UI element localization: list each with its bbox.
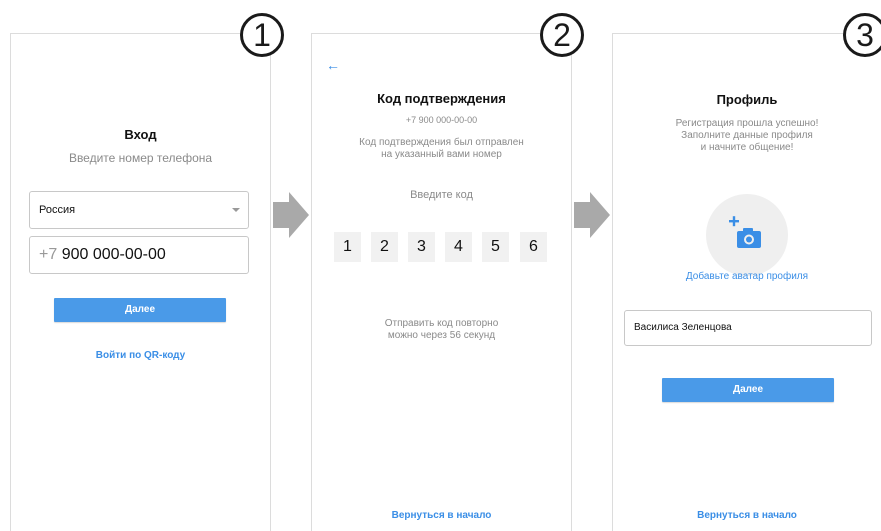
- flow-arrow-icon: [273, 192, 309, 238]
- add-photo-icon: [729, 216, 761, 248]
- step-2-badge: 2: [540, 13, 584, 57]
- flow-arrow-icon: [574, 192, 610, 238]
- login-screen: Вход Введите номер телефона Россия +7 90…: [10, 33, 271, 531]
- code-title: Код подтверждения: [377, 91, 506, 106]
- profile-back-to-start-link[interactable]: Вернуться в начало: [613, 510, 881, 521]
- code-phone: +7 900 000-00-00: [405, 115, 478, 125]
- step-3-badge: 3: [843, 13, 881, 57]
- name-value: Василиса Зеленцова: [634, 322, 732, 333]
- code-back-to-start-link[interactable]: Вернуться в начало: [312, 510, 571, 521]
- phone-input[interactable]: +7 900 000-00-00: [29, 236, 249, 274]
- login-title: Вход: [124, 127, 157, 142]
- add-avatar-link[interactable]: Добавьте аватар профиля: [613, 271, 881, 282]
- back-arrow-icon[interactable]: ←: [326, 57, 340, 73]
- name-input[interactable]: Василиса Зеленцова: [624, 310, 872, 346]
- profile-title: Профиль: [716, 92, 778, 107]
- phone-number-value: 900 000-00-00: [61, 246, 166, 263]
- profile-info-line-3: и начните общение!: [700, 142, 794, 153]
- code-digit-box[interactable]: 4: [445, 232, 472, 262]
- code-prompt: Введите код: [410, 189, 473, 201]
- code-digit-box[interactable]: 6: [520, 232, 547, 262]
- country-select[interactable]: Россия: [29, 191, 249, 229]
- code-digit-box[interactable]: 2: [371, 232, 398, 262]
- code-info-line-1: Код подтверждения был отправлен: [359, 137, 524, 148]
- step-1-badge: 1: [240, 13, 284, 57]
- login-next-button[interactable]: Далее: [54, 298, 226, 322]
- country-value: Россия: [39, 204, 76, 216]
- profile-info: Регистрация прошла успешно! Заполните да…: [613, 118, 881, 154]
- avatar-upload[interactable]: [706, 194, 788, 276]
- resend-timer: Отправить код повторно можно через 56 се…: [312, 318, 571, 342]
- phone-country-code: +7: [39, 246, 58, 263]
- profile-info-line-1: Регистрация прошла успешно!: [675, 118, 819, 129]
- profile-info-line-2: Заполните данные профиля: [681, 130, 813, 141]
- profile-screen: Профиль Регистрация прошла успешно! Запо…: [612, 33, 881, 531]
- code-digit-box[interactable]: 5: [482, 232, 509, 262]
- code-digit-box[interactable]: 1: [334, 232, 361, 262]
- code-info-line-2: на указанный вами номер: [381, 149, 502, 160]
- code-screen: ← Код подтверждения +7 900 000-00-00 Код…: [311, 33, 572, 531]
- code-info: Код подтверждения был отправлен на указа…: [312, 137, 571, 161]
- qr-login-link[interactable]: Войти по QR-коду: [11, 350, 270, 361]
- resend-line-1: Отправить код повторно: [384, 318, 499, 329]
- code-digit-box[interactable]: 3: [408, 232, 435, 262]
- chevron-down-icon: [232, 208, 240, 212]
- login-subtitle: Введите номер телефона: [68, 151, 213, 165]
- profile-next-button[interactable]: Далее: [662, 378, 834, 402]
- resend-line-2: можно через 56 секунд: [387, 330, 496, 341]
